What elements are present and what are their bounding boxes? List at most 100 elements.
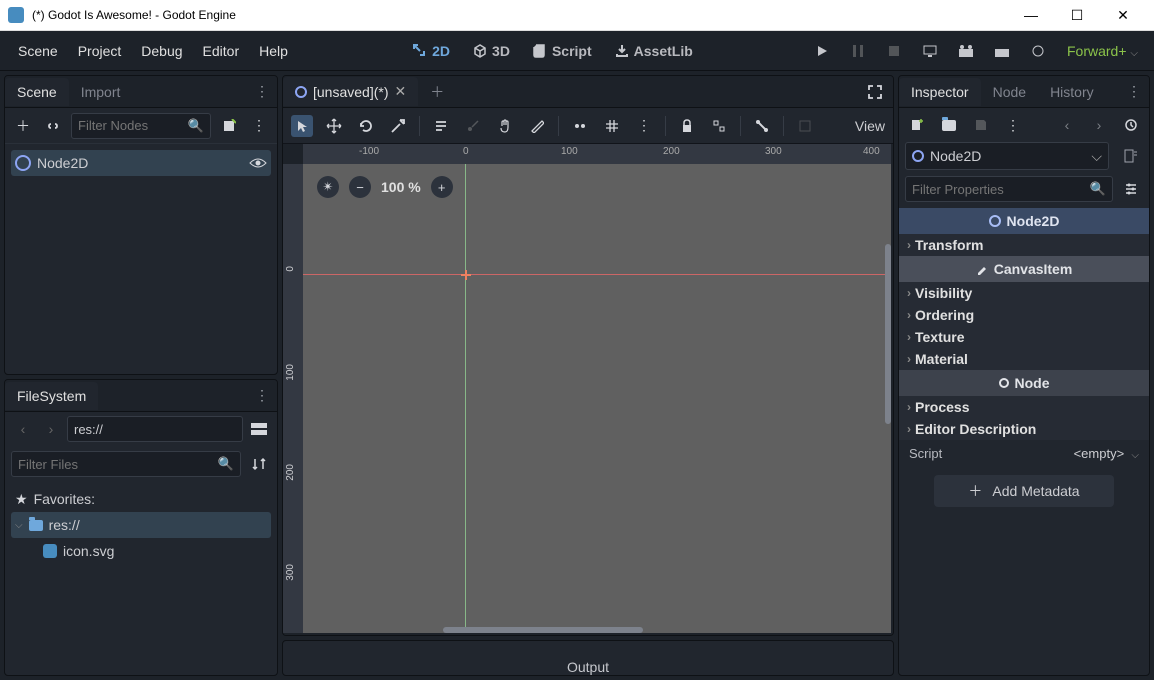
filter-nodes-input[interactable]: 🔍	[71, 113, 211, 139]
group-editor-description[interactable]: Editor Description	[899, 418, 1149, 440]
menu-scene[interactable]: Scene	[8, 43, 68, 59]
save-resource-button[interactable]	[969, 113, 993, 137]
group-visibility[interactable]: Visibility	[899, 282, 1149, 304]
favorites-row[interactable]: ★ Favorites:	[11, 486, 271, 512]
pivot-tool-icon[interactable]	[462, 115, 484, 137]
tab-node[interactable]: Node	[981, 78, 1038, 106]
zoom-out-button[interactable]: −	[349, 176, 371, 198]
window-titlebar: (*) Godot Is Awesome! - Godot Engine — ☐…	[0, 0, 1154, 31]
renderer-dropdown[interactable]: Forward+ ⌵	[1067, 43, 1138, 59]
run-remote-button[interactable]	[915, 36, 945, 66]
scale-tool-icon[interactable]	[387, 115, 409, 137]
rotate-tool-icon[interactable]	[355, 115, 377, 137]
group-process[interactable]: Process	[899, 396, 1149, 418]
play-custom-scene-button[interactable]	[987, 36, 1017, 66]
grid-snap-icon[interactable]	[601, 115, 623, 137]
node-label: Node2D	[37, 155, 88, 171]
inspected-object-dropdown[interactable]: Node2D ⌵	[905, 142, 1109, 170]
ruler-vertical: 0 100 200 300	[283, 164, 303, 633]
distraction-free-button[interactable]	[857, 84, 893, 100]
path-field[interactable]: res://	[67, 416, 243, 442]
lock-icon[interactable]	[676, 115, 698, 137]
list-select-icon[interactable]	[430, 115, 452, 137]
origin-gizmo[interactable]	[461, 270, 471, 280]
select-tool-icon[interactable]	[291, 115, 313, 137]
close-tab-icon[interactable]: ✕	[394, 83, 406, 100]
viewport-scrollbar-h[interactable]	[443, 627, 643, 633]
history-menu-button[interactable]	[1119, 113, 1143, 137]
tab-scene[interactable]: Scene	[5, 78, 69, 106]
view-menu-button[interactable]: View	[855, 118, 885, 134]
history-forward-button[interactable]: ›	[1087, 113, 1111, 137]
play-scene-button[interactable]	[951, 36, 981, 66]
ruler-horizontal: -100 0 100 200 300 400	[303, 144, 891, 164]
zoom-label[interactable]: 100 %	[381, 179, 421, 195]
sort-button[interactable]	[247, 452, 271, 476]
anchor-preset-icon[interactable]	[794, 115, 816, 137]
property-settings-button[interactable]	[1119, 177, 1143, 201]
group-icon[interactable]	[708, 115, 730, 137]
workspace-2d-button[interactable]: 2D	[404, 39, 458, 63]
node2d-icon	[989, 215, 1001, 227]
workspace-assetlib-button[interactable]: AssetLib	[606, 39, 701, 63]
scene-tab-unsaved[interactable]: [unsaved](*) ✕	[283, 77, 418, 106]
new-resource-button[interactable]	[905, 113, 929, 137]
visibility-toggle-icon[interactable]	[249, 157, 267, 169]
menu-debug[interactable]: Debug	[131, 43, 192, 59]
scene-tree-root[interactable]: Node2D	[11, 150, 271, 176]
ruler-tool-icon[interactable]	[526, 115, 548, 137]
history-back-button[interactable]: ‹	[1055, 113, 1079, 137]
pause-button[interactable]	[843, 36, 873, 66]
menu-project[interactable]: Project	[68, 43, 132, 59]
scene-dock-menu-icon[interactable]: ⋮	[247, 83, 277, 100]
add-node-button[interactable]: ＋	[11, 114, 35, 138]
maximize-button[interactable]: ☐	[1054, 0, 1100, 31]
workspace-3d-button[interactable]: 3D	[464, 39, 518, 63]
group-material[interactable]: Material	[899, 348, 1149, 370]
snap-options-icon[interactable]	[569, 115, 591, 137]
tab-import[interactable]: Import	[69, 78, 133, 106]
instance-scene-button[interactable]	[41, 114, 65, 138]
tab-filesystem[interactable]: FileSystem	[5, 382, 98, 410]
group-transform[interactable]: Transform	[899, 234, 1149, 256]
play-project-button[interactable]	[807, 36, 837, 66]
file-row[interactable]: icon.svg	[11, 538, 271, 564]
add-metadata-button[interactable]: ＋ Add Metadata	[934, 475, 1114, 507]
filter-properties-input[interactable]: 🔍	[905, 176, 1113, 202]
split-mode-button[interactable]	[247, 417, 271, 441]
inspector-extra-menu-icon[interactable]: ⋮	[1001, 113, 1025, 137]
viewport-scrollbar-v[interactable]	[885, 244, 891, 424]
minimize-button[interactable]: —	[1008, 0, 1054, 31]
stop-button[interactable]	[879, 36, 909, 66]
canvas[interactable]: ✴ − 100 % +	[303, 164, 891, 633]
snap-menu-icon[interactable]: ⋮	[633, 115, 655, 137]
nav-forward-button[interactable]: ›	[39, 417, 63, 441]
zoom-in-button[interactable]: +	[431, 176, 453, 198]
filter-files-input[interactable]: 🔍	[11, 451, 241, 477]
res-root-row[interactable]: ⌵ res://	[11, 512, 271, 538]
pan-tool-icon[interactable]	[494, 115, 516, 137]
tab-history[interactable]: History	[1038, 78, 1106, 106]
nav-back-button[interactable]: ‹	[11, 417, 35, 441]
2d-viewport[interactable]: -100 0 100 200 300 400 0 100 200 300	[283, 144, 893, 635]
filesystem-dock-menu-icon[interactable]: ⋮	[247, 387, 277, 404]
load-resource-button[interactable]	[937, 113, 961, 137]
inspector-dock-menu-icon[interactable]: ⋮	[1119, 83, 1149, 100]
new-tab-button[interactable]: ＋	[418, 76, 456, 108]
group-texture[interactable]: Texture	[899, 326, 1149, 348]
bone-icon[interactable]	[751, 115, 773, 137]
menu-help[interactable]: Help	[249, 43, 298, 59]
zoom-center-button[interactable]: ✴	[317, 176, 339, 198]
open-docs-button[interactable]	[1119, 144, 1143, 168]
bottom-tab-output[interactable]: Output	[567, 659, 609, 675]
menu-editor[interactable]: Editor	[193, 43, 250, 59]
render-settings-icon[interactable]	[1023, 36, 1053, 66]
move-tool-icon[interactable]	[323, 115, 345, 137]
workspace-script-button[interactable]: Script	[524, 39, 600, 63]
scene-extra-menu-icon[interactable]: ⋮	[247, 114, 271, 138]
attach-script-button[interactable]	[217, 114, 241, 138]
script-property-row[interactable]: Script <empty> ⌵	[899, 440, 1149, 467]
group-ordering[interactable]: Ordering	[899, 304, 1149, 326]
close-button[interactable]: ✕	[1100, 0, 1146, 31]
tab-inspector[interactable]: Inspector	[899, 78, 981, 106]
